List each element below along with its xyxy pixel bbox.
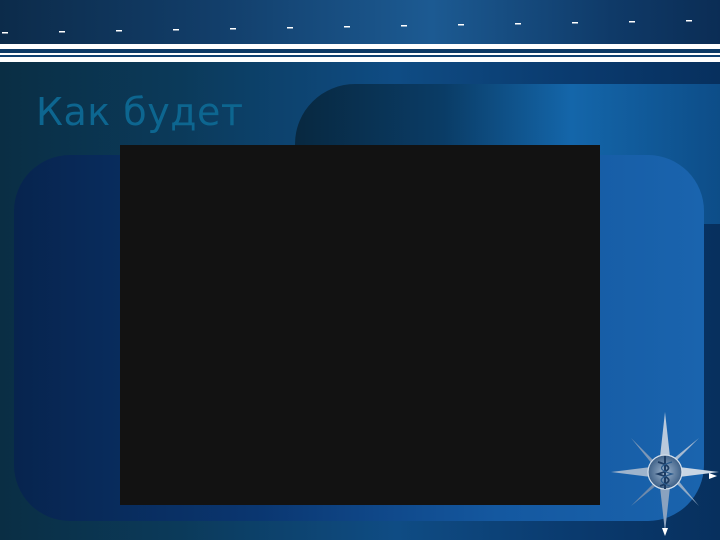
- slide: Как будет: [0, 0, 720, 540]
- top-banner: [0, 0, 720, 44]
- top-dash-decoration: [2, 20, 692, 34]
- divider-line-thin: [0, 55, 720, 57]
- divider-line: [0, 49, 720, 53]
- slide-title: Как будет: [36, 90, 244, 134]
- video-placeholder[interactable]: [120, 145, 600, 505]
- compass-star-caduceus-icon: [611, 412, 719, 536]
